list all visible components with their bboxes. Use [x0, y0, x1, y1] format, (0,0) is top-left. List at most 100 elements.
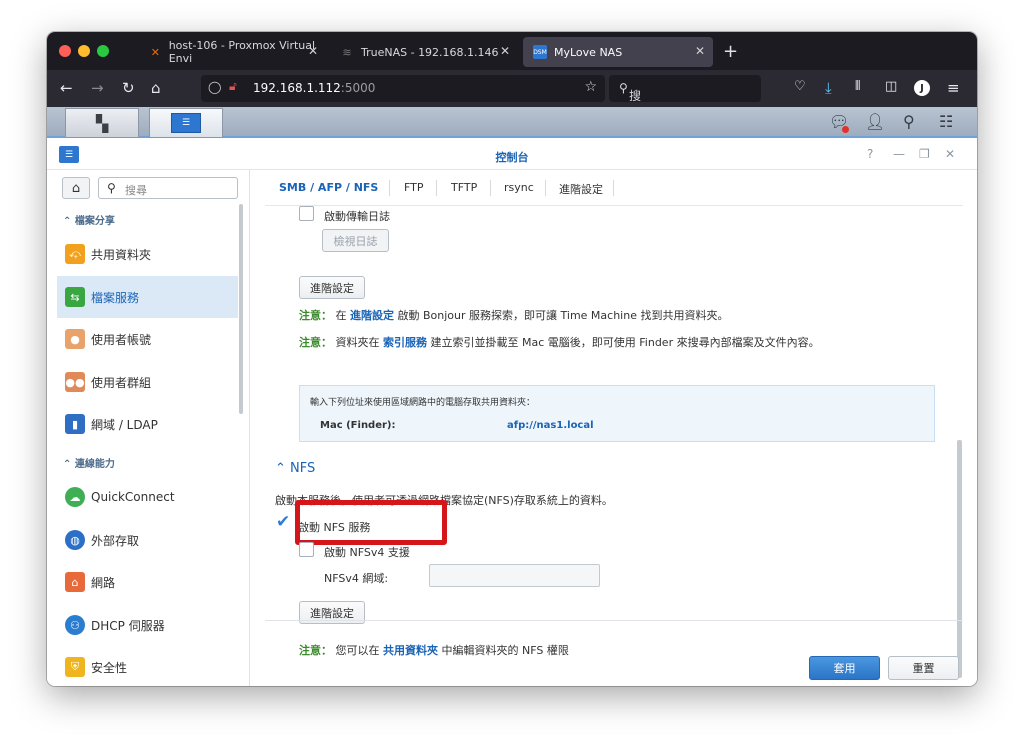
- tab-ftp[interactable]: FTP: [404, 181, 424, 194]
- afp-advanced-settings-button[interactable]: 進階設定: [299, 276, 365, 299]
- widgets-icon[interactable]: ☷: [939, 112, 953, 131]
- indexing-service-link[interactable]: 索引服務: [383, 336, 427, 349]
- browser-tab-bar: ✕ host-106 - Proxmox Virtual Envi ✕ ≋ Tr…: [47, 32, 977, 70]
- advanced-settings-link[interactable]: 進階設定: [350, 309, 394, 322]
- help-icon[interactable]: ?: [867, 147, 873, 161]
- maximize-window-icon[interactable]: [97, 45, 109, 57]
- sidebar-item-shared-folder[interactable]: ⤽ 共用資料夾: [57, 233, 238, 275]
- control-panel-title: 控制台: [495, 151, 529, 164]
- browser-tab-truenas[interactable]: ≋ TrueNAS - 192.168.1.146 ✕: [330, 37, 518, 67]
- sidebar-scrollbar[interactable]: [239, 204, 243, 414]
- enable-nfs-checkbox[interactable]: ✔: [276, 512, 291, 532]
- sidebar-item-label: 網路: [91, 575, 116, 590]
- sidebar-item-label: QuickConnect: [91, 490, 175, 504]
- close-tab-icon[interactable]: ✕: [500, 44, 510, 58]
- close-icon[interactable]: ✕: [945, 147, 955, 161]
- sidebar-item-network[interactable]: ⌂ 網路: [57, 561, 238, 603]
- user-icon[interactable]: 👤︎: [865, 112, 885, 131]
- tab-divider: [389, 180, 390, 196]
- sidebar-item-quickconnect[interactable]: ☁ QuickConnect: [57, 476, 238, 518]
- nfsv4-domain-input[interactable]: [429, 564, 600, 587]
- shared-folder-link[interactable]: 共用資料夾: [383, 644, 438, 657]
- section-file-sharing[interactable]: ⌃ 檔案分享: [63, 212, 115, 227]
- browser-tab-proxmox[interactable]: ✕ host-106 - Proxmox Virtual Envi ✕: [139, 37, 326, 67]
- note-text: 中編輯資料夾的 NFS 權限: [441, 644, 569, 657]
- main-content: SMB / AFP / NFS FTP TFTP rsync 進階設定 啟動傳輸…: [251, 170, 977, 686]
- notification-badge: [842, 126, 849, 133]
- nfs-permission-note: 注意： 您可以在 共用資料夾 中編輯資料夾的 NFS 權限: [299, 642, 569, 658]
- tab-advanced[interactable]: 進階設定: [559, 181, 603, 197]
- reload-icon[interactable]: ↻: [122, 79, 135, 97]
- profile-icon[interactable]: J: [914, 80, 930, 96]
- control-panel-taskbar-button[interactable]: ☰: [149, 108, 223, 138]
- apply-button[interactable]: 套用: [809, 656, 880, 680]
- sidebar-item-security[interactable]: ⛨ 安全性: [57, 646, 238, 686]
- sidebar-item-file-services[interactable]: ⇆ 檔案服務: [57, 276, 238, 318]
- back-icon[interactable]: ←: [60, 79, 73, 97]
- tab-tftp[interactable]: TFTP: [451, 181, 477, 194]
- footer-divider: [265, 620, 963, 621]
- nfsv4-domain-label: NFSv4 網域:: [324, 572, 389, 585]
- sidebar-item-user[interactable]: ● 使用者帳號: [57, 318, 238, 360]
- close-tab-icon[interactable]: ✕: [695, 44, 705, 58]
- minimize-icon[interactable]: —: [893, 147, 905, 161]
- sidebar-item-external-access[interactable]: ◍ 外部存取: [57, 519, 238, 561]
- quickconnect-icon: ☁: [65, 487, 85, 507]
- home-button[interactable]: ⌂: [62, 177, 90, 199]
- enable-transfer-log-label: 啟動傳輸日誌: [324, 210, 390, 223]
- tab-title: TrueNAS - 192.168.1.146: [361, 45, 499, 59]
- security-icon: ⛨: [65, 657, 85, 677]
- restore-icon[interactable]: ❐: [919, 147, 930, 161]
- forward-icon[interactable]: →: [91, 79, 104, 97]
- bookmark-star-icon[interactable]: ☆: [584, 79, 597, 95]
- sidebar-toggle-icon[interactable]: ◫: [885, 79, 897, 94]
- bonjour-note: 注意： 在 進階設定 啟動 Bonjour 服務探索，即可讓 Time Mach…: [299, 307, 728, 323]
- main-scrollbar[interactable]: [957, 440, 962, 678]
- minimize-window-icon[interactable]: [78, 45, 90, 57]
- tab-title: MyLove NAS: [554, 45, 623, 59]
- nfs-section-header[interactable]: ⌃ NFS: [275, 461, 315, 476]
- sidebar-item-label: 共用資料夾: [91, 247, 152, 262]
- close-window-icon[interactable]: [59, 45, 71, 57]
- section-label: 連線能力: [74, 459, 115, 470]
- view-log-button[interactable]: 檢視日誌: [322, 229, 389, 252]
- note-text: 資料夾在: [335, 336, 380, 349]
- url-bar[interactable]: ◯ 🔓︎ 192.168.1.112:5000 ☆: [201, 75, 605, 102]
- domain-ldap-icon: ▮: [65, 414, 85, 434]
- menu-icon[interactable]: ≡: [947, 79, 960, 97]
- shield-icon[interactable]: ◯: [208, 80, 221, 94]
- download-icon[interactable]: ⤓: [825, 79, 832, 97]
- note-prefix: 注意：: [299, 336, 332, 349]
- sidebar-item-label: 檔案服務: [91, 290, 140, 305]
- proxmox-icon: ✕: [150, 45, 160, 59]
- enable-nfsv4-checkbox[interactable]: [299, 542, 314, 557]
- search-icon[interactable]: ⚲: [903, 112, 915, 131]
- reset-button[interactable]: 重置: [888, 656, 959, 680]
- enable-transfer-log-checkbox[interactable]: [299, 206, 314, 221]
- tab-rsync[interactable]: rsync: [504, 181, 534, 194]
- sidebar-item-dhcp-server[interactable]: ⚇ DHCP 伺服器: [57, 604, 238, 646]
- control-panel-icon: ☰: [171, 113, 201, 133]
- dsm-taskbar: ▚ ☰ 💬︎ 👤︎ ⚲ ☷: [47, 107, 977, 138]
- home-icon: ⌂: [71, 180, 81, 196]
- pocket-icon[interactable]: ♡: [794, 79, 806, 94]
- browser-search-input[interactable]: ⚲ 搜尋: [609, 75, 761, 120]
- sidebar-item-domain-ldap[interactable]: ▮ 網域 / LDAP: [57, 403, 238, 445]
- library-icon[interactable]: ⫴: [855, 79, 860, 94]
- main-menu-button[interactable]: ▚: [65, 108, 139, 138]
- sidebar-item-group[interactable]: ●● 使用者群組: [57, 361, 238, 403]
- new-tab-icon[interactable]: +: [723, 41, 738, 62]
- search-field: ⚲ 搜尋: [619, 81, 641, 120]
- tab-smb-afp-nfs[interactable]: SMB / AFP / NFS: [279, 181, 378, 194]
- browser-tab-mylove-nas[interactable]: DSM MyLove NAS ✕: [523, 37, 713, 67]
- note-text: 啟動 Bonjour 服務探索，即可讓 Time Machine 找到共用資料夾…: [397, 309, 729, 322]
- home-icon[interactable]: ⌂: [151, 79, 161, 97]
- tab-title: host-106 - Proxmox Virtual Envi: [168, 39, 316, 65]
- close-tab-icon[interactable]: ✕: [308, 44, 318, 58]
- tab-divider: [613, 180, 614, 196]
- sidebar-search-input[interactable]: ⚲ 搜尋: [98, 177, 238, 199]
- url-port: :5000: [340, 81, 376, 95]
- external-access-icon: ◍: [65, 530, 85, 550]
- section-connectivity[interactable]: ⌃ 連線能力: [63, 455, 115, 470]
- insecure-lock-icon[interactable]: 🔓︎: [229, 79, 237, 94]
